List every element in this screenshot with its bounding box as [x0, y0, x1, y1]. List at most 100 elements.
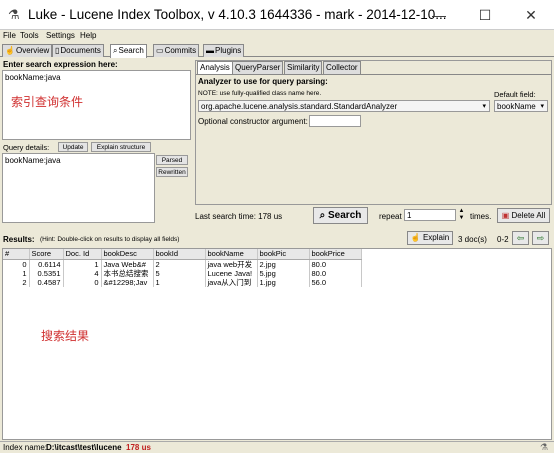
search-button-label: Search — [328, 210, 362, 221]
explain-label: Explain — [422, 233, 450, 242]
cell-score: 0.4587 — [29, 277, 64, 287]
search-expression-value: bookName:java — [5, 73, 61, 82]
delete-all-button[interactable]: ▣ Delete All — [497, 208, 550, 223]
menu-help[interactable]: Help — [80, 31, 96, 40]
col-header-bookdesc[interactable]: bookDesc — [101, 249, 154, 260]
repeat-input[interactable]: 1 — [404, 209, 456, 221]
table-row[interactable]: 1 0.5351 4 本书总结搜索 5 Lucene Java! 5.jpg 8… — [3, 268, 362, 278]
search-expression-label: Enter search expression here: — [3, 60, 118, 69]
plugins-icon: ▬ — [206, 46, 214, 55]
ctor-arg-label: Optional constructor argument: — [198, 117, 308, 126]
default-field-label: Default field: — [494, 90, 536, 99]
overview-icon: ☝ — [5, 46, 15, 55]
results-table: # Score Doc. Id bookDesc bookId bookName… — [3, 249, 362, 287]
rewritten-button[interactable]: Rewritten — [156, 167, 188, 177]
tab-search-label: Search — [118, 46, 144, 55]
search-expression-input[interactable]: bookName:java 索引查询条件 — [2, 70, 191, 140]
tab-search[interactable]: ⌕Search — [110, 44, 147, 58]
results-hint: (Hint: Double-click on results to displa… — [40, 236, 180, 243]
table-row[interactable]: 0 0.6114 1 Java Web&# 2 java web开发 2.jpg… — [3, 259, 362, 269]
parsed-button[interactable]: Parsed — [156, 155, 188, 165]
tab-documents[interactable]: ▯Documents — [52, 44, 104, 57]
cell-bookid: 2 — [153, 259, 206, 269]
table-row[interactable]: 2 0.4587 0 &#12298;Jav 1 java从入门到 1.jpg … — [3, 277, 362, 287]
subtab-queryparser[interactable]: QueryParser — [232, 61, 284, 74]
subtab-similarity[interactable]: Similarity — [284, 61, 323, 74]
col-header-docid[interactable]: Doc. Id — [63, 249, 102, 260]
subtab-collector[interactable]: Collector — [323, 61, 361, 74]
col-header-bookpic[interactable]: bookPic — [257, 249, 310, 260]
arrow-left-icon: ⇦ — [516, 233, 525, 243]
col-header-bookprice[interactable]: bookPrice — [309, 249, 362, 260]
last-search-time: Last search time: 178 us — [195, 212, 283, 221]
col-header-num[interactable]: # — [3, 249, 30, 260]
search-button[interactable]: ⌕ Search — [313, 207, 368, 224]
close-button[interactable]: ✕ — [508, 0, 554, 30]
explain-structure-button[interactable]: Explain structure — [91, 142, 151, 152]
cell-docid: 4 — [63, 268, 102, 278]
analyzer-note: NOTE: use fully-qualified class name her… — [198, 90, 322, 97]
cell-num: 1 — [3, 268, 30, 278]
query-details-label: Query details: — [3, 143, 50, 152]
tab-overview-label: Overview — [15, 46, 50, 55]
cell-score: 0.6114 — [29, 259, 64, 269]
menu-file[interactable]: File — [3, 31, 16, 40]
index-name-value: D:\itcast\test\lucene — [46, 443, 122, 452]
menu-settings[interactable]: Settings — [46, 31, 75, 40]
commits-icon: ▭ — [156, 46, 164, 55]
menu-tools[interactable]: Tools — [20, 31, 39, 40]
explain-icon: ☝ — [410, 233, 421, 242]
maximize-button[interactable]: ☐ — [462, 0, 508, 30]
repeat-spinner[interactable]: ▲ ▼ — [457, 208, 466, 222]
results-label: Results: — [3, 235, 35, 244]
search-icon: ⌕ — [319, 210, 326, 221]
subtab-analysis[interactable]: Analysis — [197, 61, 233, 75]
tab-commits[interactable]: ▭Commits — [153, 44, 200, 57]
next-page-button[interactable]: ⇨ — [532, 231, 549, 245]
cell-bookprice: 80.0 — [309, 268, 362, 278]
query-details-area[interactable]: bookName:java — [2, 153, 155, 223]
cell-bookprice: 80.0 — [309, 259, 362, 269]
col-header-score[interactable]: Score — [29, 249, 64, 260]
delete-icon: ▣ — [501, 211, 510, 220]
minimize-button[interactable]: — — [416, 0, 462, 30]
cell-num: 0 — [3, 259, 30, 269]
cell-bookid: 1 — [153, 277, 206, 287]
cell-bookdesc: 本书总结搜索 — [101, 268, 154, 278]
cell-num: 2 — [3, 277, 30, 287]
tab-commits-label: Commits — [164, 46, 197, 55]
main-tabs: ☝Overview ▯Documents ⌕Search ▭Commits ▬P… — [0, 43, 554, 58]
cell-bookdesc: &#12298;Jav — [101, 277, 154, 287]
col-header-bookid[interactable]: bookId — [153, 249, 206, 260]
tab-plugins-label: Plugins — [215, 46, 242, 55]
cell-bookpic: 2.jpg — [257, 259, 310, 269]
cell-docid: 1 — [63, 259, 102, 269]
update-button[interactable]: Update — [58, 142, 88, 152]
tab-overview[interactable]: ☝Overview — [2, 44, 53, 57]
tab-plugins[interactable]: ▬Plugins — [203, 44, 245, 57]
col-header-bookname[interactable]: bookName — [205, 249, 258, 260]
luke-app-icon: ⚗ — [8, 7, 20, 22]
results-table-container: # Score Doc. Id bookDesc bookId bookName… — [2, 248, 552, 440]
menu-bar: File Tools Settings Help — [0, 30, 554, 42]
explain-button[interactable]: ☝ Explain — [407, 231, 453, 245]
query-details-value: bookName:java — [5, 156, 61, 165]
tab-documents-label: Documents — [60, 46, 101, 55]
prev-page-button[interactable]: ⇦ — [512, 231, 529, 245]
documents-icon: ▯ — [55, 46, 60, 55]
repeat-value: 1 — [407, 211, 412, 220]
times-label: times. — [470, 212, 492, 221]
ctor-arg-input[interactable] — [309, 115, 361, 127]
analyzer-select[interactable]: org.apache.lucene.analysis.standard.Stan… — [198, 100, 490, 112]
cell-bookprice: 56.0 — [309, 277, 362, 287]
cell-score: 0.5351 — [29, 268, 64, 278]
status-time: 178 us — [126, 443, 151, 452]
default-field-select[interactable]: bookName ▾ — [494, 100, 548, 112]
results-annotation: 搜索结果 — [41, 329, 90, 343]
title-bar: ⚗ Luke - Lucene Index Toolbox, v 4.10.3 … — [0, 0, 554, 30]
search-icon: ⌕ — [113, 46, 118, 55]
cell-docid: 0 — [63, 277, 102, 287]
cell-bookname: java web开发 — [205, 259, 258, 269]
cell-bookname: Lucene Java! — [205, 268, 258, 278]
resize-grip-icon[interactable]: ⚗ — [540, 442, 548, 453]
